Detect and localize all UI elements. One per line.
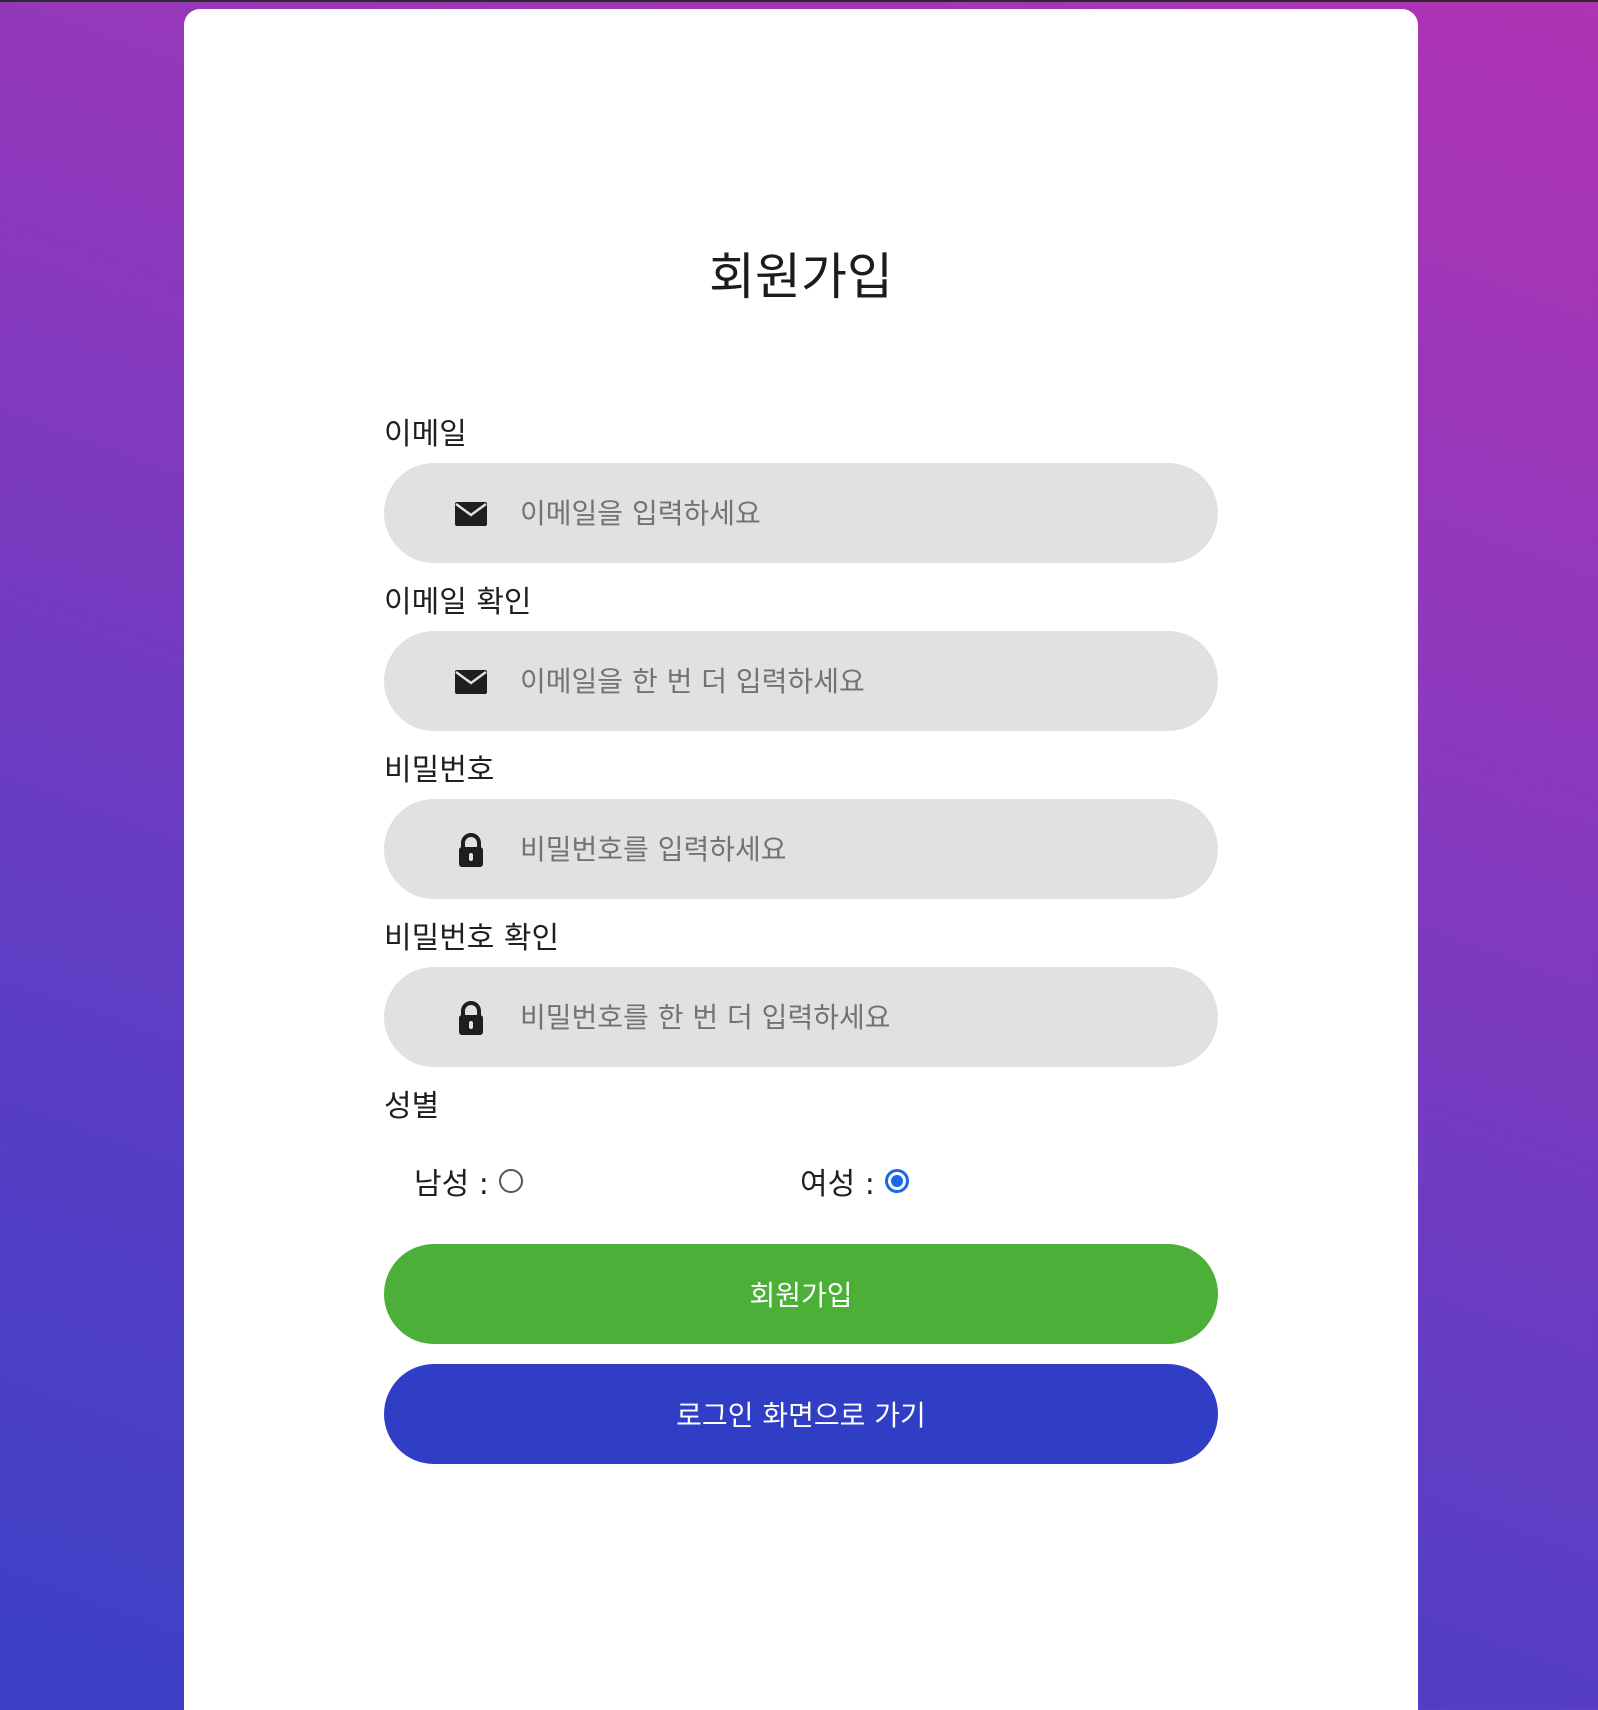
page-title: 회원가입 bbox=[709, 248, 893, 306]
password-label: 비밀번호 bbox=[384, 753, 495, 788]
password-confirm-field-wrapper[interactable] bbox=[384, 967, 1218, 1067]
envelope-icon bbox=[454, 497, 488, 531]
signup-card: 회원가입 이메일 이메일 확인 비밀번호 비밀번호 확인 bbox=[184, 9, 1418, 1710]
envelope-icon bbox=[454, 665, 488, 699]
password-field-wrapper[interactable] bbox=[384, 799, 1218, 899]
gender-radio-group: 남성 : 여성 : bbox=[384, 1157, 1218, 1207]
email-confirm-label: 이메일 확인 bbox=[384, 585, 532, 620]
email-field-wrapper[interactable] bbox=[384, 463, 1218, 563]
female-radio[interactable] bbox=[884, 1169, 909, 1193]
female-radio-label: 여성 : bbox=[800, 1167, 875, 1202]
window-top-border bbox=[0, 0, 1598, 2]
password-confirm-input[interactable] bbox=[520, 967, 1180, 1067]
email-input[interactable] bbox=[520, 463, 1180, 563]
gender-option-male[interactable]: 남성 : bbox=[414, 1159, 523, 1203]
email-label: 이메일 bbox=[384, 417, 467, 452]
lock-icon bbox=[454, 1001, 488, 1035]
email-confirm-input[interactable] bbox=[520, 631, 1180, 731]
gender-label: 성별 bbox=[384, 1089, 440, 1124]
male-radio[interactable] bbox=[498, 1169, 523, 1193]
signup-button[interactable]: 회원가입 bbox=[384, 1244, 1218, 1344]
lock-icon bbox=[454, 833, 488, 867]
gender-option-female[interactable]: 여성 : bbox=[800, 1159, 909, 1203]
go-to-login-button[interactable]: 로그인 화면으로 가기 bbox=[384, 1364, 1218, 1464]
password-input[interactable] bbox=[520, 799, 1180, 899]
male-radio-label: 남성 : bbox=[414, 1167, 489, 1202]
password-confirm-label: 비밀번호 확인 bbox=[384, 921, 560, 956]
email-confirm-field-wrapper[interactable] bbox=[384, 631, 1218, 731]
